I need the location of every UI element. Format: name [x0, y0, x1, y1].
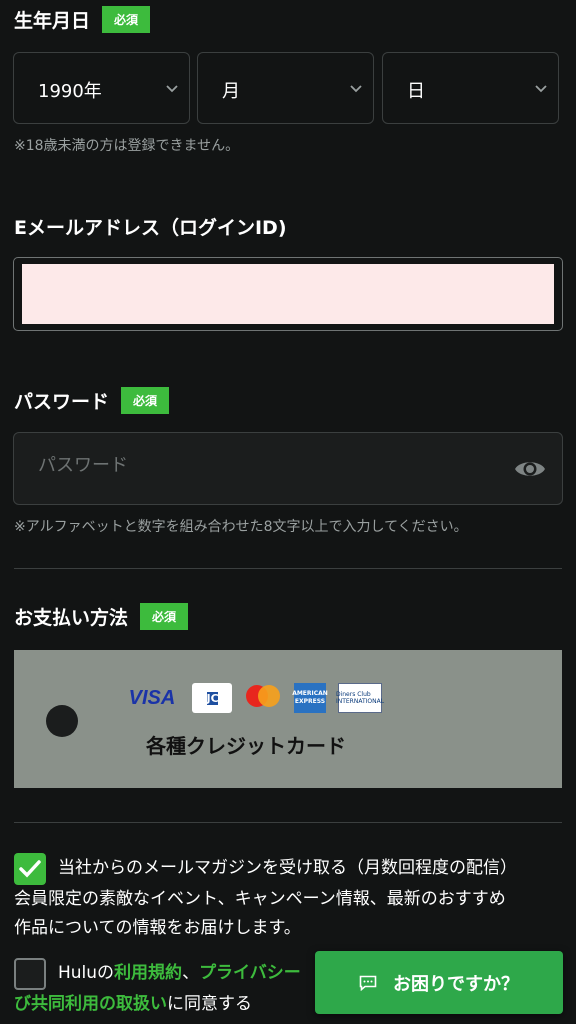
birthdate-label-row: 生年月日 必須	[14, 6, 151, 33]
amex-logo: AMERICAN EXPRESS	[292, 683, 328, 713]
terms-checkbox[interactable]	[14, 958, 46, 990]
password-label-row: パスワード 必須	[14, 387, 170, 414]
privacy-link[interactable]: プライバシー	[199, 963, 301, 983]
jcb-logo: JCB	[192, 683, 232, 713]
payment-radio[interactable]	[46, 705, 78, 737]
eye-icon[interactable]	[514, 455, 546, 483]
joint-use-link[interactable]: び共同利用の取扱い	[14, 994, 167, 1014]
terms-of-use-link[interactable]: 利用規約	[114, 963, 182, 983]
visa-logo: VISA	[128, 686, 176, 709]
payment-label-row: お支払い方法 必須	[14, 603, 189, 630]
payment-label: お支払い方法	[14, 607, 129, 629]
birth-day-value: 日	[407, 81, 425, 102]
mastercard-logo	[244, 683, 282, 713]
payment-option-title: 各種クレジットカード	[146, 734, 346, 758]
section-divider	[14, 568, 562, 569]
newsletter-description: 作品についての情報をお届けします。	[14, 918, 301, 938]
birthdate-label: 生年月日	[14, 10, 91, 32]
chevron-down-icon	[166, 85, 178, 93]
email-field[interactable]	[13, 257, 563, 331]
section-divider	[14, 822, 562, 823]
chevron-down-icon	[535, 85, 547, 93]
checkmark-icon	[19, 860, 41, 878]
terms-label-line2: び共同利用の取扱いに同意する	[14, 994, 252, 1014]
email-label-row: Eメールアドレス（ログインID)	[14, 213, 287, 240]
newsletter-checkbox[interactable]	[14, 853, 46, 885]
chat-icon	[359, 975, 377, 991]
password-input[interactable]	[38, 455, 478, 476]
email-label: Eメールアドレス（ログインID)	[14, 217, 287, 239]
required-badge: 必須	[121, 387, 170, 414]
chevron-down-icon	[350, 85, 362, 93]
newsletter-label: 当社からのメールマガジンを受け取る（月数回程度の配信）	[58, 858, 517, 878]
birth-day-select[interactable]: 日	[382, 52, 559, 124]
payment-option-credit-card[interactable]: VISA JCB AMERICAN EXPRESS Diners Club IN…	[14, 650, 562, 788]
required-badge: 必須	[102, 6, 151, 33]
password-field[interactable]	[13, 432, 563, 505]
card-logos: VISA JCB AMERICAN EXPRESS Diners Club IN…	[124, 683, 384, 713]
password-note: ※アルファベットと数字を組み合わせた8文字以上で入力してください。	[14, 519, 468, 535]
diners-club-logo: Diners Club INTERNATIONAL	[336, 683, 384, 713]
terms-label: Huluの利用規約、プライバシー	[58, 963, 301, 983]
help-button-label: お困りですか？	[393, 973, 519, 995]
birth-month-select[interactable]: 月	[197, 52, 374, 124]
help-button[interactable]: お困りですか？	[315, 951, 563, 1014]
newsletter-description: 会員限定の素敵なイベント、キャンペーン情報、最新のおすすめ	[14, 889, 506, 909]
email-field-redacted	[22, 264, 554, 324]
birth-month-value: 月	[222, 81, 240, 102]
age-note: ※18歳未満の方は登録できません。	[14, 138, 240, 154]
required-badge: 必須	[140, 603, 189, 630]
birth-year-select[interactable]: 1990年	[13, 52, 190, 124]
birth-year-value: 1990年	[38, 81, 102, 102]
password-label: パスワード	[14, 391, 110, 413]
